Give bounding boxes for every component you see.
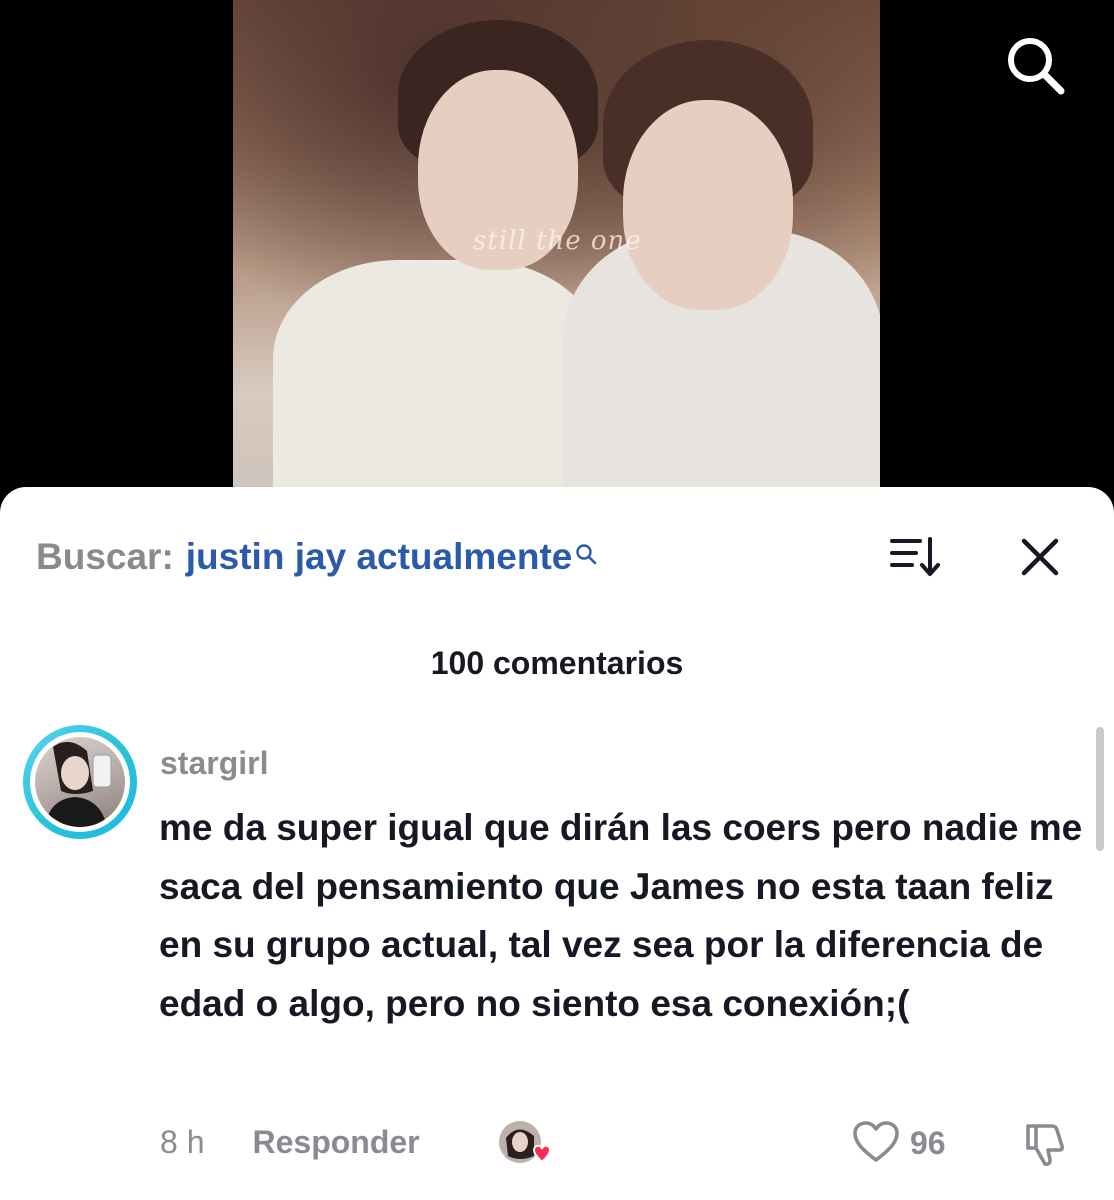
like-button[interactable] bbox=[852, 1120, 900, 1164]
scrollbar[interactable] bbox=[1096, 727, 1104, 851]
heart-outline-icon bbox=[853, 1121, 899, 1162]
thumbs-down-icon bbox=[1026, 1124, 1064, 1166]
comment-username[interactable]: stargirl bbox=[160, 745, 268, 782]
search-icon[interactable] bbox=[1003, 33, 1067, 97]
comment-text: me da super igual que dirán las coers pe… bbox=[159, 807, 1083, 1024]
avatar[interactable] bbox=[23, 725, 137, 839]
avatar-image bbox=[35, 737, 125, 827]
comment-time: 8 h bbox=[160, 1123, 205, 1160]
close-button[interactable] bbox=[1018, 535, 1062, 579]
avatar-inner bbox=[30, 732, 130, 832]
comment-meta: 8 h Responder bbox=[160, 1120, 420, 1164]
sort-button[interactable] bbox=[888, 535, 942, 579]
like-count: 96 bbox=[910, 1125, 946, 1161]
sort-icon bbox=[890, 537, 940, 576]
comment-count: 100 comentarios bbox=[430, 645, 684, 681]
video-thumbnail[interactable]: still the one bbox=[233, 0, 880, 490]
reply-button[interactable]: Responder bbox=[252, 1124, 419, 1161]
dislike-button[interactable] bbox=[1022, 1120, 1070, 1168]
figure-right-face bbox=[623, 100, 793, 310]
photo-caption: still the one bbox=[473, 226, 642, 256]
search-prefix: Buscar: bbox=[36, 536, 174, 577]
video-area[interactable]: still the one bbox=[0, 0, 1114, 520]
search-query-link[interactable]: justin jay actualmente bbox=[186, 536, 573, 578]
close-icon bbox=[1021, 538, 1059, 576]
figure-left-body bbox=[273, 260, 603, 490]
comments-sheet: Buscar: justin jay actualmente 100 comen… bbox=[0, 487, 1114, 1200]
search-suggestion[interactable]: Buscar: justin jay actualmente bbox=[36, 535, 598, 579]
creator-liked-avatar bbox=[498, 1120, 552, 1168]
search-icon bbox=[574, 533, 598, 575]
